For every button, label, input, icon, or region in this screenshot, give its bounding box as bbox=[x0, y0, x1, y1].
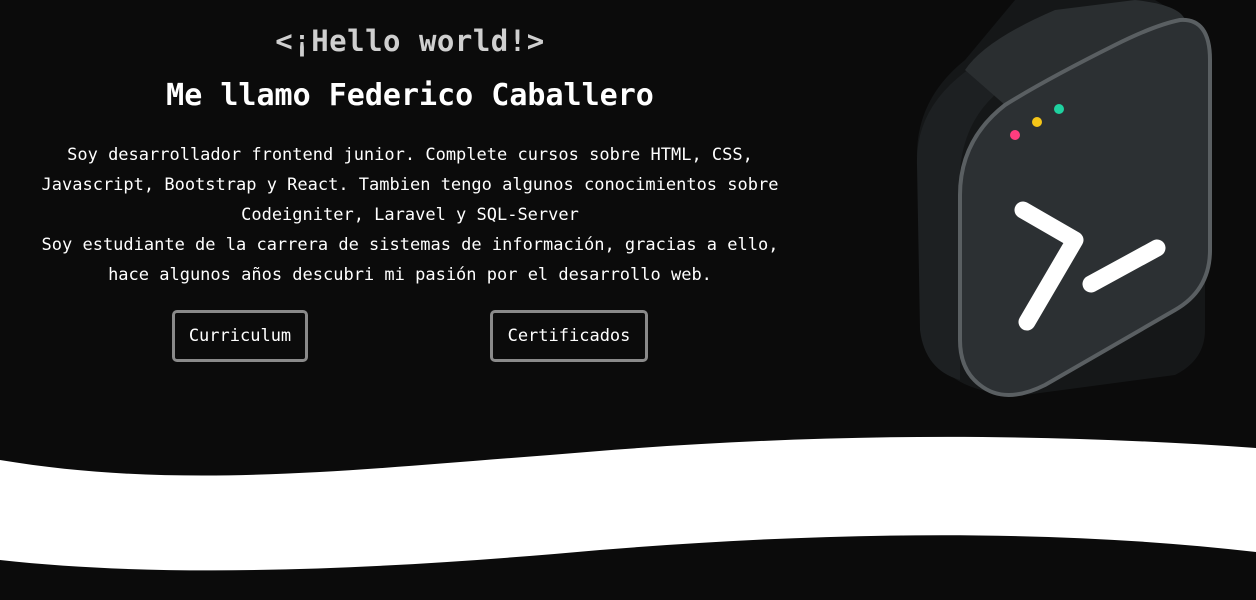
intro-line: Soy desarrollador frontend junior. Compl… bbox=[67, 145, 753, 165]
curriculum-button[interactable]: Curriculum bbox=[172, 310, 308, 362]
wave-divider bbox=[0, 436, 1256, 571]
intro-line: Javascript, Bootstrap y React. Tambien t… bbox=[41, 175, 779, 195]
intro-line: Soy estudiante de la carrera de sistemas… bbox=[41, 235, 779, 255]
dot-green bbox=[1054, 104, 1064, 114]
dot-red bbox=[1010, 130, 1020, 140]
hero-section: <¡Hello world!> Me llamo Federico Caball… bbox=[0, 0, 1256, 600]
name-heading: Me llamo Federico Caballero bbox=[166, 78, 654, 113]
intro-line: Codeigniter, Laravel y SQL-Server bbox=[241, 205, 579, 225]
terminal-icon bbox=[916, 0, 1212, 397]
dot-yellow bbox=[1032, 117, 1042, 127]
greeting-heading: <¡Hello world!> bbox=[275, 24, 545, 58]
certificados-button[interactable]: Certificados bbox=[490, 310, 648, 362]
intro-paragraph: Soy desarrollador frontend junior. Compl… bbox=[10, 140, 810, 290]
intro-line: hace algunos años descubri mi pasión por… bbox=[108, 265, 712, 285]
